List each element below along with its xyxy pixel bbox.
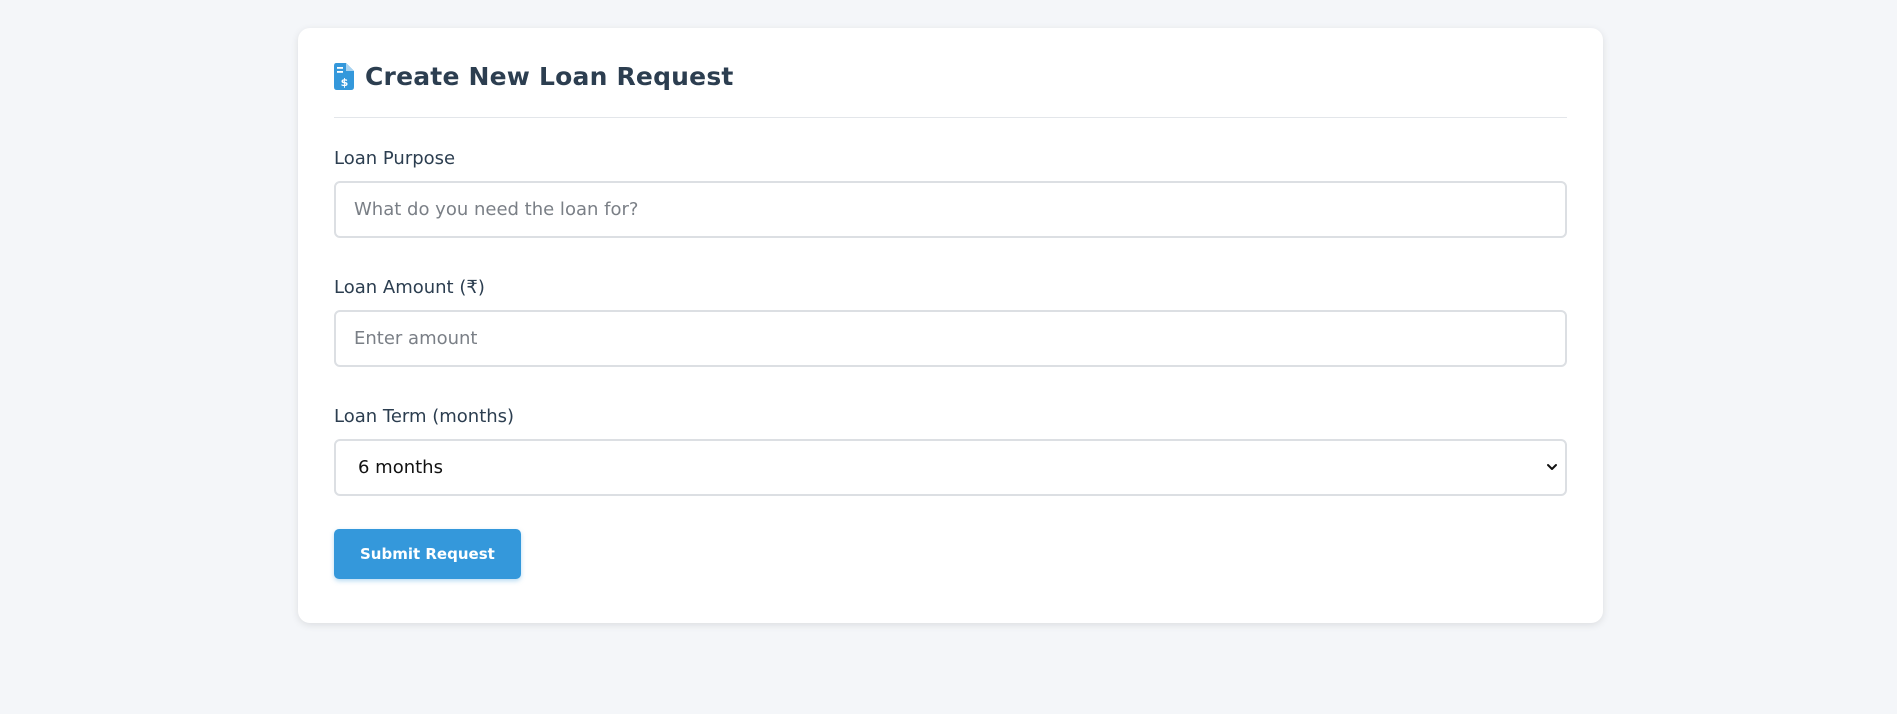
loan-request-card: $ Create New Loan Request Loan Purpose L… xyxy=(298,28,1603,623)
loan-amount-field: Loan Amount (₹) xyxy=(334,275,1567,367)
loan-term-select[interactable]: 6 months xyxy=(334,439,1567,496)
submit-request-button[interactable]: Submit Request xyxy=(334,529,521,579)
loan-term-selected-value: 6 months xyxy=(358,457,443,478)
loan-amount-input[interactable] xyxy=(334,310,1567,367)
loan-purpose-input[interactable] xyxy=(334,181,1567,238)
chevron-down-icon xyxy=(1545,459,1559,473)
loan-purpose-label: Loan Purpose xyxy=(334,148,456,169)
svg-text:$: $ xyxy=(341,76,349,89)
loan-term-field: Loan Term (months) 6 months xyxy=(334,404,1567,496)
page-title: Create New Loan Request xyxy=(365,62,734,91)
form-actions: Submit Request xyxy=(334,529,1567,579)
card-header: $ Create New Loan Request xyxy=(334,28,1567,118)
file-invoice-dollar-icon: $ xyxy=(334,63,354,90)
loan-term-label: Loan Term (months) xyxy=(334,406,515,427)
loan-amount-label: Loan Amount (₹) xyxy=(334,277,485,298)
loan-purpose-field: Loan Purpose xyxy=(334,146,1567,238)
